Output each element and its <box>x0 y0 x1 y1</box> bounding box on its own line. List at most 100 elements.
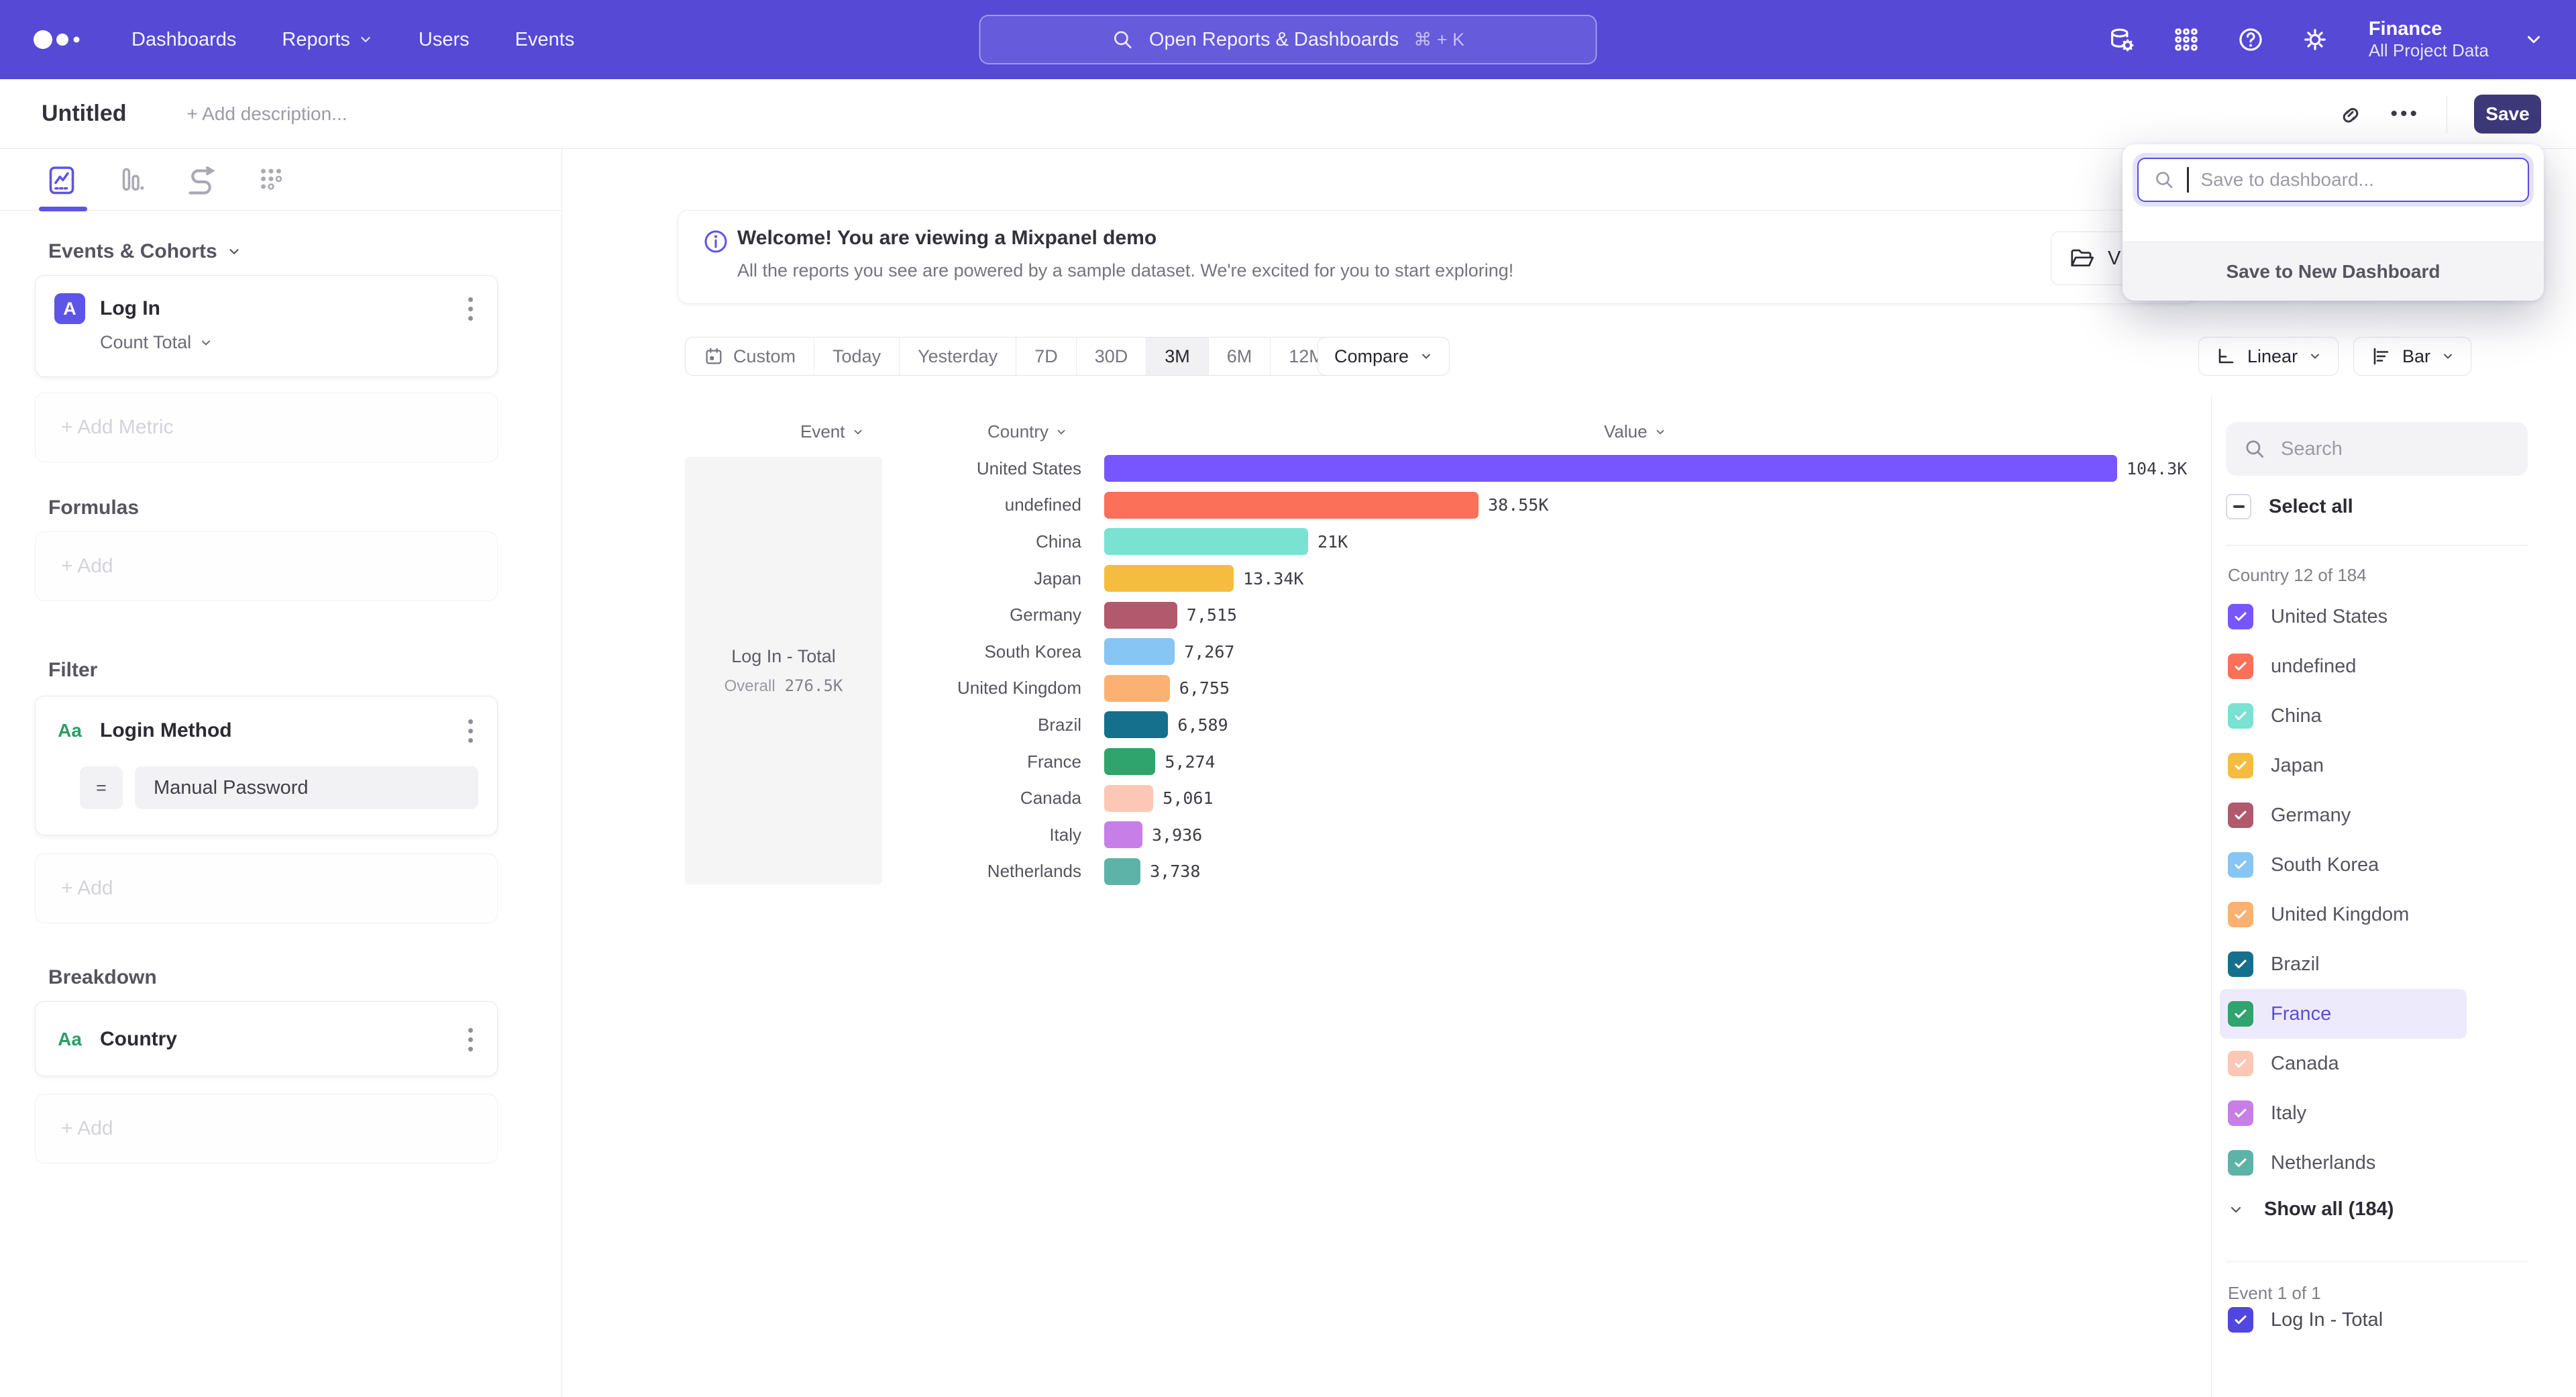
country-checkbox[interactable] <box>2228 1150 2253 1176</box>
nav-reports[interactable]: Reports <box>282 29 373 51</box>
country-checkbox[interactable] <box>2228 1051 2253 1076</box>
country-filter-row[interactable]: United Kingdom <box>2220 890 2467 939</box>
tab-flows[interactable] <box>182 161 220 199</box>
apps-grid-icon[interactable] <box>2171 25 2201 54</box>
more-options-button[interactable]: ••• <box>2390 103 2420 125</box>
bar-category-label[interactable]: France <box>892 752 1081 772</box>
data-management-icon[interactable] <box>2107 25 2137 54</box>
save-dashboard-search-input[interactable]: Save to dashboard... <box>2137 158 2529 202</box>
country-filter-row[interactable]: Japan <box>2220 741 2467 790</box>
bar-category-label[interactable]: South Korea <box>892 641 1081 662</box>
bar-category-label[interactable]: Brazil <box>892 715 1081 735</box>
global-search-input[interactable]: Open Reports & Dashboards ⌘ + K <box>979 15 1597 64</box>
bar[interactable] <box>1104 455 2117 482</box>
country-checkbox[interactable] <box>2228 902 2253 927</box>
bar[interactable] <box>1104 565 1234 592</box>
mixpanel-logo-icon[interactable] <box>32 25 89 54</box>
legend-search-input[interactable]: Search <box>2226 422 2528 476</box>
country-filter-row[interactable]: Italy <box>2220 1088 2467 1138</box>
bar-category-label[interactable]: Canada <box>892 788 1081 809</box>
event-checkbox[interactable] <box>2228 1307 2253 1333</box>
filter-property-name[interactable]: Login Method <box>100 719 232 742</box>
country-filter-row[interactable]: Germany <box>2220 790 2467 840</box>
show-all-button[interactable]: Show all (184) <box>2228 1198 2394 1221</box>
save-button[interactable]: Save <box>2474 95 2541 134</box>
filter-operator[interactable]: = <box>80 766 123 809</box>
range-yesterday[interactable]: Yesterday <box>899 338 1016 375</box>
country-checkbox[interactable] <box>2228 951 2253 977</box>
country-filter-row[interactable]: Canada <box>2220 1039 2467 1088</box>
range-6m[interactable]: 6M <box>1208 338 1271 375</box>
kebab-menu-icon[interactable] <box>463 1023 478 1057</box>
bar[interactable] <box>1104 858 1140 885</box>
copy-link-icon[interactable] <box>2338 101 2363 127</box>
select-all-checkbox[interactable] <box>2226 494 2251 519</box>
country-filter-row[interactable]: Netherlands <box>2220 1138 2467 1188</box>
country-filter-row[interactable]: United States <box>2220 592 2467 641</box>
compare-button[interactable]: Compare <box>1318 337 1450 376</box>
bar-category-label[interactable]: United States <box>892 458 1081 479</box>
chart-type-button[interactable]: Bar <box>2353 337 2471 376</box>
add-breakdown-button[interactable]: + Add <box>35 1094 498 1163</box>
bar-category-label[interactable]: China <box>892 531 1081 552</box>
nav-dashboards[interactable]: Dashboards <box>131 29 236 51</box>
bar[interactable] <box>1104 821 1142 848</box>
range-7d[interactable]: 7D <box>1016 338 1076 375</box>
bar-category-label[interactable]: undefined <box>892 495 1081 515</box>
tab-retention[interactable] <box>252 161 290 199</box>
breakdown-property-name[interactable]: Country <box>100 1028 177 1051</box>
settings-gear-icon[interactable] <box>2300 25 2330 54</box>
event-name[interactable]: Log In <box>100 297 160 320</box>
aggregation-selector[interactable]: Count Total <box>100 332 497 353</box>
report-title[interactable]: Untitled <box>42 101 127 127</box>
scale-selector-button[interactable]: Linear <box>2198 337 2339 376</box>
bar[interactable] <box>1104 675 1170 702</box>
country-checkbox[interactable] <box>2228 803 2253 828</box>
country-checkbox[interactable] <box>2228 703 2253 729</box>
bar-category-label[interactable]: Italy <box>892 825 1081 845</box>
bar-category-label[interactable]: Netherlands <box>892 861 1081 882</box>
add-formula-button[interactable]: + Add <box>35 531 498 601</box>
select-all-row[interactable]: Select all <box>2226 487 2353 526</box>
project-selector[interactable]: Finance All Project Data <box>2369 18 2489 60</box>
country-filter-row[interactable]: undefined <box>2220 641 2467 691</box>
add-metric-button[interactable]: + Add Metric <box>35 393 498 462</box>
bar[interactable] <box>1104 638 1175 665</box>
event-legend-row[interactable]: Log In - Total <box>2228 1307 2383 1333</box>
country-checkbox[interactable] <box>2228 604 2253 629</box>
column-header-value[interactable]: Value <box>1604 421 1666 442</box>
filter-value[interactable]: Manual Password <box>135 766 478 809</box>
range-3m[interactable]: 3M <box>1146 338 1208 375</box>
country-filter-row[interactable]: France <box>2220 989 2467 1039</box>
help-icon[interactable] <box>2236 25 2265 54</box>
column-header-event[interactable]: Event <box>800 421 864 442</box>
kebab-menu-icon[interactable] <box>463 292 478 326</box>
project-chevron-down-icon[interactable] <box>2524 30 2544 50</box>
range-today[interactable]: Today <box>814 338 899 375</box>
bar-category-label[interactable]: Japan <box>892 568 1081 589</box>
bar[interactable] <box>1104 528 1308 555</box>
bar[interactable] <box>1104 492 1479 519</box>
country-checkbox[interactable] <box>2228 1001 2253 1027</box>
country-filter-row[interactable]: Brazil <box>2220 939 2467 989</box>
tab-funnels[interactable] <box>113 161 150 199</box>
country-checkbox[interactable] <box>2228 1100 2253 1126</box>
bar[interactable] <box>1104 748 1155 775</box>
country-checkbox[interactable] <box>2228 852 2253 878</box>
country-filter-row[interactable]: China <box>2220 691 2467 741</box>
add-description-button[interactable]: + Add description... <box>187 103 347 125</box>
add-filter-button[interactable]: + Add <box>35 853 498 923</box>
range-30d[interactable]: 30D <box>1076 338 1146 375</box>
bar[interactable] <box>1104 711 1168 738</box>
bar[interactable] <box>1104 785 1153 812</box>
events-cohorts-heading[interactable]: Events & Cohorts <box>48 240 241 263</box>
country-filter-row[interactable]: South Korea <box>2220 840 2467 890</box>
nav-events[interactable]: Events <box>515 29 575 51</box>
nav-users[interactable]: Users <box>419 29 470 51</box>
bar-category-label[interactable]: United Kingdom <box>892 678 1081 698</box>
range-custom[interactable]: Custom <box>686 338 814 375</box>
save-to-new-dashboard-button[interactable]: Save to New Dashboard <box>2123 242 2544 301</box>
country-checkbox[interactable] <box>2228 654 2253 679</box>
column-header-country[interactable]: Country <box>987 421 1067 442</box>
bar-category-label[interactable]: Germany <box>892 605 1081 625</box>
